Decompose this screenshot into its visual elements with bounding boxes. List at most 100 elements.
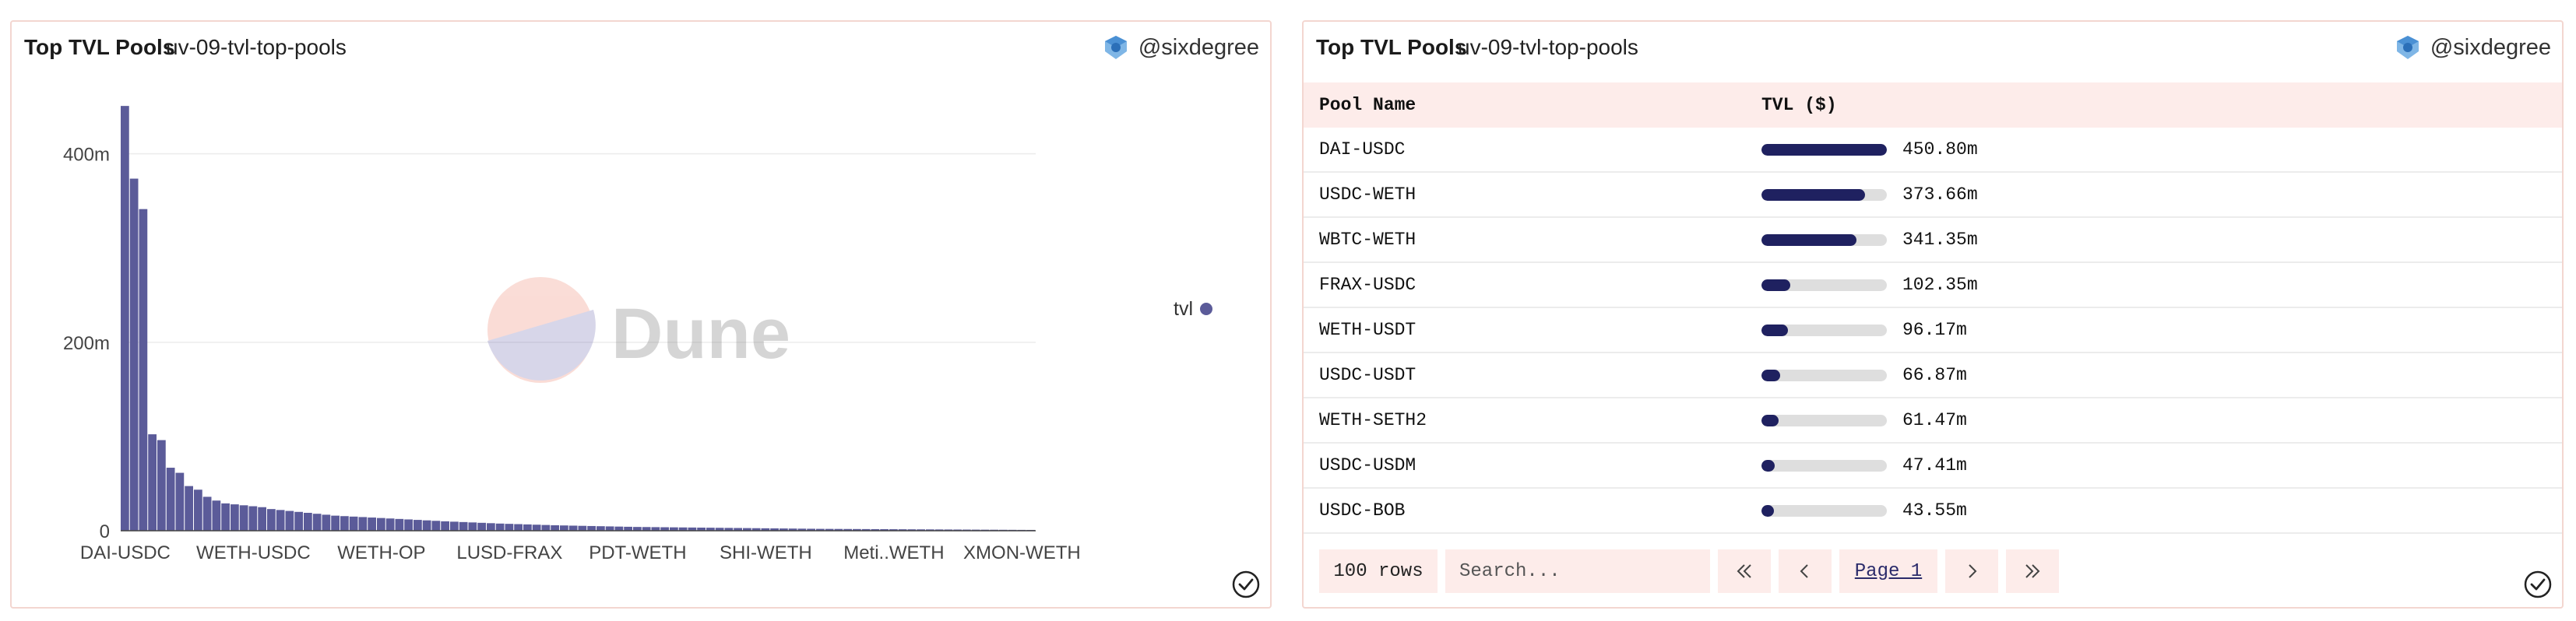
tvl-bar-fill xyxy=(1761,414,1779,426)
tvl-cell: 61.47m xyxy=(1761,410,1967,430)
tvl-bar-fill xyxy=(1761,143,1887,156)
check-circle-icon xyxy=(2524,570,2552,598)
tvl-bar-fill xyxy=(1761,504,1774,517)
tvl-bar-fill xyxy=(1761,369,1780,381)
bar xyxy=(614,526,624,531)
bar xyxy=(312,514,322,531)
bar xyxy=(541,525,551,531)
bar xyxy=(148,434,157,531)
tvl-value: 102.35m xyxy=(1902,275,1978,295)
bar xyxy=(505,524,514,531)
y-tick-label: 0 xyxy=(100,521,110,542)
bar xyxy=(587,525,596,531)
previous-page-button[interactable] xyxy=(1779,549,1832,593)
x-tick-label: LUSD-FRAX xyxy=(456,542,562,563)
pool-name-cell: FRAX-USDC xyxy=(1319,275,1416,295)
bar xyxy=(459,521,468,531)
table-query-name[interactable]: uv-09-tvl-top-pools xyxy=(1458,35,1638,60)
bar xyxy=(605,526,614,531)
bar xyxy=(276,510,285,531)
table-row[interactable]: USDC-USDM 47.41m xyxy=(1304,444,2562,489)
table-footer: 100 rows Search... Page 1 xyxy=(1319,549,2059,593)
x-tick-label: XMON-WETH xyxy=(963,542,1081,563)
pool-name-cell: USDC-WETH xyxy=(1319,184,1416,205)
legend-label: tvl xyxy=(1174,298,1193,320)
table-title: Top TVL Pools xyxy=(1316,35,1467,59)
bar xyxy=(487,523,495,531)
tvl-bar xyxy=(1761,324,1887,336)
bar xyxy=(221,503,230,531)
tvl-bar-fill xyxy=(1761,279,1790,291)
bar xyxy=(431,521,441,531)
first-page-button[interactable] xyxy=(1718,549,1771,593)
bar xyxy=(568,525,578,531)
tvl-bar xyxy=(1761,369,1887,381)
tvl-bar xyxy=(1761,459,1887,472)
tvl-cell: 341.35m xyxy=(1761,230,1978,250)
table-panel-header: Top TVL Pools uv-09-tvl-top-pools @sixde… xyxy=(1304,22,2562,73)
tvl-bar xyxy=(1761,279,1887,291)
column-header-tvl[interactable]: TVL ($) xyxy=(1761,95,1837,115)
tvl-bar-fill xyxy=(1761,459,1775,472)
bar xyxy=(267,509,276,531)
last-page-button[interactable] xyxy=(2006,549,2059,593)
tvl-bar xyxy=(1761,188,1887,201)
bar xyxy=(166,468,175,531)
bar xyxy=(349,516,358,531)
bar xyxy=(404,519,413,531)
tvl-value: 47.41m xyxy=(1902,455,1967,475)
table-author-name: @sixdegree xyxy=(2430,34,2551,60)
tvl-cell: 102.35m xyxy=(1761,275,1978,295)
pool-name-cell: USDC-USDM xyxy=(1319,455,1416,475)
bar xyxy=(413,520,422,531)
bar xyxy=(331,515,340,531)
tvl-cell: 47.41m xyxy=(1761,455,1967,475)
tvl-cell: 450.80m xyxy=(1761,139,1978,160)
bar xyxy=(175,472,185,531)
bar xyxy=(202,496,212,531)
legend-marker xyxy=(1200,303,1212,315)
bar xyxy=(624,526,632,531)
x-tick-label: Meti..WETH xyxy=(843,542,944,563)
chart-panel: Top TVL Pools uv-09-tvl-top-pools @sixde… xyxy=(10,20,1272,609)
table-row[interactable]: DAI-USDC 450.80m xyxy=(1304,128,2562,173)
bar-chart: 0 200m 400m Dune DAI-USDC WETH-USDC WETH-OP LUS… xyxy=(63,106,1212,563)
table-row[interactable]: WETH-SETH2 61.47m xyxy=(1304,398,2562,444)
bar xyxy=(231,504,239,531)
double-chevron-left-icon xyxy=(1737,564,1751,578)
bar xyxy=(304,512,312,531)
tvl-value: 373.66m xyxy=(1902,184,1978,205)
x-tick-label: WETH-USDC xyxy=(196,542,311,563)
bar xyxy=(358,517,368,531)
table-author[interactable]: @sixdegree xyxy=(2395,33,2551,61)
bar xyxy=(185,486,193,531)
bar xyxy=(340,516,349,531)
sixdegree-logo-icon xyxy=(2396,36,2419,59)
tvl-value: 61.47m xyxy=(1902,410,1967,430)
column-header-pool-name[interactable]: Pool Name xyxy=(1304,95,1761,115)
chevron-right-icon xyxy=(1969,564,1977,578)
tvl-bar xyxy=(1761,504,1887,517)
bar xyxy=(578,525,587,531)
x-tick-label: WETH-OP xyxy=(337,542,425,563)
search-input[interactable]: Search... xyxy=(1445,549,1710,593)
table-row[interactable]: WETH-USDT 96.17m xyxy=(1304,308,2562,353)
table-row[interactable]: USDC-WETH 373.66m xyxy=(1304,173,2562,218)
bar xyxy=(468,522,477,531)
bar xyxy=(523,524,532,531)
bar xyxy=(294,511,303,531)
table-row[interactable]: WBTC-WETH 341.35m xyxy=(1304,218,2562,263)
tvl-bar-fill xyxy=(1761,233,1856,246)
table-row[interactable]: USDC-USDT 66.87m xyxy=(1304,353,2562,398)
bar xyxy=(139,209,148,531)
bar xyxy=(157,440,166,531)
tvl-cell: 43.55m xyxy=(1761,500,1967,521)
bar xyxy=(322,514,331,531)
current-page-indicator[interactable]: Page 1 xyxy=(1839,549,1937,593)
next-page-button[interactable] xyxy=(1945,549,1998,593)
y-tick-label: 200m xyxy=(63,333,110,354)
pool-name-cell: USDC-USDT xyxy=(1319,365,1416,385)
table-row[interactable]: USDC-BOB 43.55m xyxy=(1304,489,2562,534)
table-row[interactable]: FRAX-USDC 102.35m xyxy=(1304,263,2562,308)
row-count-selector[interactable]: 100 rows xyxy=(1319,549,1438,593)
